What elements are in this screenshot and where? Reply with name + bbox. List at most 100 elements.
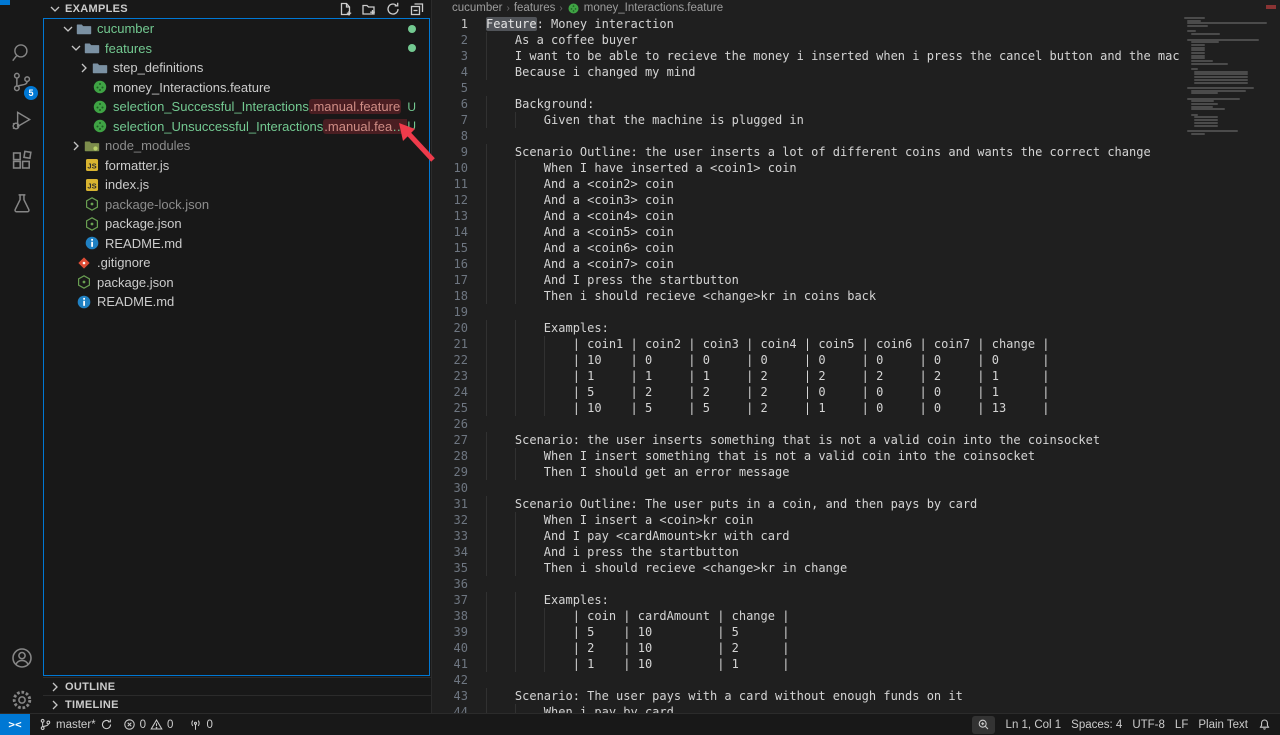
line-number[interactable]: 19	[432, 304, 476, 320]
activity-settings-gear-icon[interactable]	[0, 680, 43, 720]
code-line: 33 And I pay <cardAmount>kr with card	[432, 528, 1180, 544]
chevron-right-icon	[47, 697, 63, 713]
line-number[interactable]: 28	[432, 448, 476, 464]
line-number[interactable]: 30	[432, 480, 476, 496]
line-number[interactable]: 21	[432, 336, 476, 352]
explorer-section-header[interactable]: EXAMPLES	[43, 0, 431, 18]
code-line: 11 And a <coin2> coin	[432, 176, 1180, 192]
tree-item-.gitignore[interactable]: .gitignore	[44, 253, 429, 273]
line-number[interactable]: 2	[432, 32, 476, 48]
line-number[interactable]: 40	[432, 640, 476, 656]
line-number[interactable]: 34	[432, 544, 476, 560]
activity-account-icon[interactable]	[0, 638, 43, 678]
collapse-all-icon[interactable]	[409, 1, 425, 17]
line-number[interactable]: 5	[432, 80, 476, 96]
problems-item[interactable]: 0 0	[118, 714, 179, 735]
new-folder-icon[interactable]	[361, 1, 377, 17]
line-number[interactable]: 11	[432, 176, 476, 192]
line-number[interactable]: 1	[432, 16, 476, 32]
tree-item-selection_Successful_Interactions[interactable]: selection_Successful_Interactions.manual…	[44, 97, 429, 117]
line-number[interactable]: 10	[432, 160, 476, 176]
breadcrumb-separator-icon: ›	[507, 3, 510, 14]
line-number[interactable]: 6	[432, 96, 476, 112]
line-number[interactable]: 23	[432, 368, 476, 384]
line-number[interactable]: 7	[432, 112, 476, 128]
encoding[interactable]: UTF-8	[1127, 714, 1170, 735]
tree-item-index.js[interactable]: JSindex.js	[44, 175, 429, 195]
svg-text:JS: JS	[87, 162, 96, 171]
line-number[interactable]: 3	[432, 48, 476, 64]
line-text: | 10 | 0 | 0 | 0 | 0 | 0 | 0 | 0 |	[476, 352, 1180, 368]
git-branch-item[interactable]: master*	[34, 714, 118, 735]
line-text: Scenario: The user pays with a card with…	[476, 688, 1180, 704]
activity-testing-icon[interactable]	[0, 184, 43, 224]
js-icon: JS	[84, 157, 100, 173]
indentation[interactable]: Spaces: 4	[1066, 714, 1127, 735]
vscode-window: 5 EXAMPLES cucumberfeaturesstep_definiti…	[0, 0, 1280, 735]
code-line: 23 | 1 | 1 | 1 | 2 | 2 | 2 | 2 | 1 |	[432, 368, 1180, 384]
js-icon: JS	[84, 177, 100, 193]
activity-extensions-icon[interactable]	[0, 142, 43, 182]
tree-item-package.json[interactable]: package.json	[44, 273, 429, 293]
line-number[interactable]: 31	[432, 496, 476, 512]
breadcrumb-item[interactable]: features	[514, 2, 556, 14]
tree-item-node_modules[interactable]: node_modules	[44, 136, 429, 156]
line-number[interactable]: 27	[432, 432, 476, 448]
line-number[interactable]: 16	[432, 256, 476, 272]
section-timeline[interactable]: TIMELINE	[43, 695, 431, 713]
line-number[interactable]: 9	[432, 144, 476, 160]
breadcrumb-item[interactable]: cucumber	[452, 2, 503, 14]
line-number[interactable]: 14	[432, 224, 476, 240]
language-mode[interactable]: Plain Text	[1193, 714, 1253, 735]
breadcrumb-item[interactable]: money_Interactions.feature	[584, 2, 723, 14]
line-number[interactable]: 32	[432, 512, 476, 528]
section-outline[interactable]: OUTLINE	[43, 677, 431, 695]
line-number[interactable]: 24	[432, 384, 476, 400]
tree-item-money_Interactions.feature[interactable]: money_Interactions.feature	[44, 78, 429, 98]
line-number[interactable]: 35	[432, 560, 476, 576]
line-number[interactable]: 36	[432, 576, 476, 592]
tree-item-selection_Unsuccessful_Interactions[interactable]: selection_Unsuccessful_Interactions.manu…	[44, 117, 429, 137]
line-number[interactable]: 8	[432, 128, 476, 144]
line-number[interactable]: 12	[432, 192, 476, 208]
tree-item-README.md[interactable]: README.md	[44, 292, 429, 312]
line-number[interactable]: 22	[432, 352, 476, 368]
ports-item[interactable]: 0	[184, 714, 217, 735]
tree-item-features[interactable]: features	[44, 39, 429, 59]
line-number[interactable]: 38	[432, 608, 476, 624]
cursor-position[interactable]: Ln 1, Col 1	[1001, 714, 1067, 735]
tree-item-step_definitions[interactable]: step_definitions	[44, 58, 429, 78]
svg-text:JS: JS	[87, 181, 96, 190]
eol-indicator[interactable]: LF	[1170, 714, 1193, 735]
tree-item-package.json[interactable]: package.json	[44, 214, 429, 234]
line-number[interactable]: 37	[432, 592, 476, 608]
notifications-bell[interactable]	[1253, 714, 1280, 735]
new-file-icon[interactable]	[337, 1, 353, 17]
line-number[interactable]: 18	[432, 288, 476, 304]
zoom-indicator[interactable]	[972, 716, 995, 734]
line-number[interactable]: 26	[432, 416, 476, 432]
tree-item-formatter.js[interactable]: JSformatter.js	[44, 156, 429, 176]
line-number[interactable]: 13	[432, 208, 476, 224]
line-number[interactable]: 29	[432, 464, 476, 480]
activity-run-debug-icon[interactable]	[0, 100, 43, 140]
line-text: And a <coin3> coin	[476, 192, 1180, 208]
line-number[interactable]: 20	[432, 320, 476, 336]
line-number[interactable]: 42	[432, 672, 476, 688]
refresh-icon[interactable]	[385, 1, 401, 17]
line-number[interactable]: 44	[432, 704, 476, 713]
minimap[interactable]	[1180, 16, 1280, 713]
code-editor[interactable]: 1Feature: Money interaction2 As a coffee…	[432, 16, 1180, 713]
activity-source-control-icon[interactable]: 5	[0, 62, 43, 102]
line-number[interactable]: 43	[432, 688, 476, 704]
tree-item-cucumber[interactable]: cucumber	[44, 19, 429, 39]
line-number[interactable]: 33	[432, 528, 476, 544]
line-number[interactable]: 39	[432, 624, 476, 640]
line-number[interactable]: 15	[432, 240, 476, 256]
tree-item-README.md[interactable]: README.md	[44, 234, 429, 254]
line-number[interactable]: 4	[432, 64, 476, 80]
tree-item-package-lock.json[interactable]: package-lock.json	[44, 195, 429, 215]
line-number[interactable]: 41	[432, 656, 476, 672]
line-number[interactable]: 17	[432, 272, 476, 288]
line-number[interactable]: 25	[432, 400, 476, 416]
